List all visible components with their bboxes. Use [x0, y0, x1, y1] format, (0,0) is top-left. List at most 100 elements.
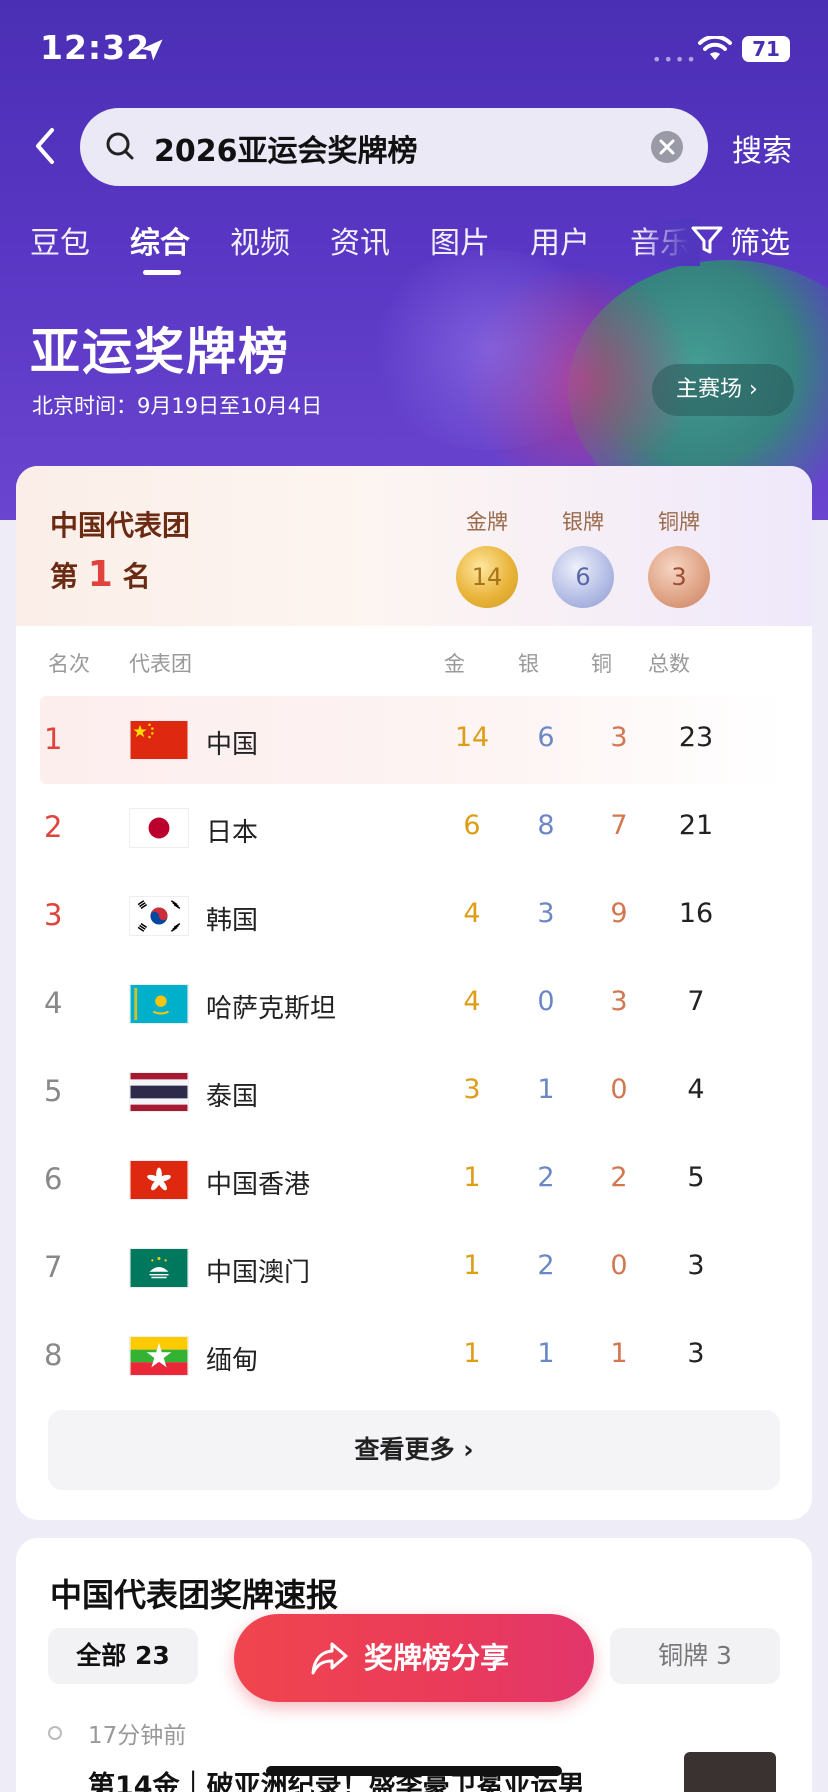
bronze-count: 1	[610, 1338, 628, 1369]
gold-count: 14	[454, 722, 490, 753]
hero-banner: 12:32 •••• 71 2026亚运会奖牌榜 搜索 豆包 综合 视频 资讯 …	[0, 0, 828, 520]
main-venue-button[interactable]: 主赛场 ›	[652, 364, 794, 416]
bronze-summary: 铜牌 3	[644, 506, 714, 608]
total-count: 21	[678, 810, 714, 841]
tab-news[interactable]: 资讯	[330, 218, 390, 262]
location-arrow-icon	[141, 39, 163, 61]
hong-kong-flag-icon	[129, 1160, 189, 1200]
table-row[interactable]: 2 日本 6 8 7 21	[40, 784, 788, 872]
filter-icon[interactable]	[690, 224, 724, 256]
bronze-count: 0	[610, 1250, 628, 1281]
japan-flag-icon	[129, 808, 189, 848]
search-input[interactable]: 2026亚运会奖牌榜	[80, 108, 708, 186]
row-rank: 5	[44, 1074, 63, 1108]
row-rank: 7	[44, 1250, 63, 1284]
timeline-dot	[48, 1726, 62, 1740]
bronze-medal-icon: 3	[648, 546, 710, 608]
tab-images[interactable]: 图片	[430, 218, 490, 262]
table-row[interactable]: 6 中国香港 1 2 2 5	[40, 1136, 788, 1224]
silver-count: 3	[537, 898, 555, 929]
silver-summary: 银牌 6	[548, 506, 618, 608]
gold-count: 4	[463, 898, 481, 929]
row-rank: 4	[44, 986, 63, 1020]
news-thumbnail[interactable]	[684, 1752, 776, 1792]
header-total: 总数	[648, 652, 690, 676]
row-rank: 6	[44, 1162, 63, 1196]
table-row[interactable]: 7 中国澳门 1 2 0 3	[40, 1224, 788, 1312]
gold-count: 6	[463, 810, 481, 841]
row-rank: 8	[44, 1338, 63, 1372]
wifi-icon	[698, 36, 732, 60]
clear-icon[interactable]	[650, 130, 684, 164]
korea-flag-icon	[129, 896, 189, 936]
silver-count: 1	[537, 1074, 555, 1105]
filter-chip-bronze[interactable]: 铜牌 3	[610, 1628, 780, 1684]
total-count: 4	[687, 1074, 705, 1105]
silver-count: 6	[537, 722, 555, 753]
silver-count: 2	[537, 1250, 555, 1281]
myanmar-flag-icon	[129, 1336, 189, 1376]
country-name: 缅甸	[206, 1346, 259, 1376]
delegation-rank: 第 1 名	[50, 554, 151, 595]
thailand-flag-icon	[129, 1072, 189, 1112]
gold-count: 4	[463, 986, 481, 1017]
active-tab-indicator	[143, 270, 181, 275]
tab-general[interactable]: 综合	[130, 218, 190, 262]
header-bronze: 铜	[591, 652, 612, 676]
bronze-count: 7	[610, 810, 628, 841]
bronze-count: 2	[610, 1162, 628, 1193]
share-ranking-button[interactable]: 奖牌榜分享	[234, 1614, 594, 1702]
search-icon	[106, 132, 134, 160]
table-row[interactable]: 5 泰国 3 1 0 4	[40, 1048, 788, 1136]
silver-count: 1	[537, 1338, 555, 1369]
back-icon[interactable]	[30, 124, 60, 168]
total-count: 7	[687, 986, 705, 1017]
table-row[interactable]: 3 韩国 4 3 9 16	[40, 872, 788, 960]
silver-medal-icon: 6	[552, 546, 614, 608]
total-count: 23	[678, 722, 714, 753]
filter-button[interactable]: 筛选	[730, 218, 790, 262]
status-time: 12:32	[40, 28, 151, 67]
gold-medal-icon: 14	[456, 546, 518, 608]
page-title: 亚运奖牌榜	[30, 323, 290, 381]
signal-icon: ••••	[652, 50, 698, 69]
timeline-time: 17分钟前	[88, 1723, 187, 1749]
gold-summary: 金牌 14	[452, 506, 522, 608]
search-button[interactable]: 搜索	[732, 126, 792, 170]
medal-table-card: 中国代表团 第 1 名 金牌 14 银牌 6 铜牌 3 名次 代表团 金 银 铜…	[16, 466, 812, 1520]
tab-doubao[interactable]: 豆包	[30, 218, 90, 262]
header-team: 代表团	[129, 652, 192, 676]
silver-label: 银牌	[562, 510, 604, 534]
tab-video[interactable]: 视频	[230, 218, 290, 262]
battery-icon: 71	[742, 36, 790, 62]
main-venue-label: 主赛场	[676, 377, 743, 402]
search-query: 2026亚运会奖牌榜	[154, 134, 418, 169]
home-indicator[interactable]	[266, 1766, 562, 1776]
country-name: 哈萨克斯坦	[206, 994, 337, 1024]
total-count: 16	[678, 898, 714, 929]
gold-count: 3	[463, 1074, 481, 1105]
share-label: 奖牌榜分享	[364, 1641, 510, 1675]
header-silver: 银	[518, 652, 539, 676]
news-card-title: 中国代表团奖牌速报	[50, 1576, 339, 1614]
table-row[interactable]: 4 哈萨克斯坦 4 0 3 7	[40, 960, 788, 1048]
tab-users[interactable]: 用户	[530, 218, 590, 262]
country-name: 泰国	[206, 1082, 259, 1112]
table-row[interactable]: 1 中国 14 6 3 23	[40, 696, 788, 784]
gold-count: 1	[463, 1162, 481, 1193]
rank-suffix: 名	[122, 560, 151, 593]
silver-count: 0	[537, 986, 555, 1017]
bronze-count: 9	[610, 898, 628, 929]
table-row[interactable]: 8 缅甸 1 1 1 3	[40, 1312, 788, 1400]
gold-label: 金牌	[466, 510, 508, 534]
delegation-summary: 中国代表团 第 1 名 金牌 14 银牌 6 铜牌 3	[16, 466, 812, 626]
chevron-right-icon: ›	[749, 377, 758, 402]
date-range: 北京时间：9月19日至10月4日	[32, 394, 323, 418]
total-count: 3	[687, 1250, 705, 1281]
row-rank: 2	[44, 810, 63, 844]
gold-count: 1	[463, 1338, 481, 1369]
view-more-button[interactable]: 查看更多 ›	[48, 1410, 780, 1490]
bronze-count: 0	[610, 1074, 628, 1105]
filter-chip-all[interactable]: 全部 23	[48, 1628, 198, 1684]
silver-count: 8	[537, 810, 555, 841]
